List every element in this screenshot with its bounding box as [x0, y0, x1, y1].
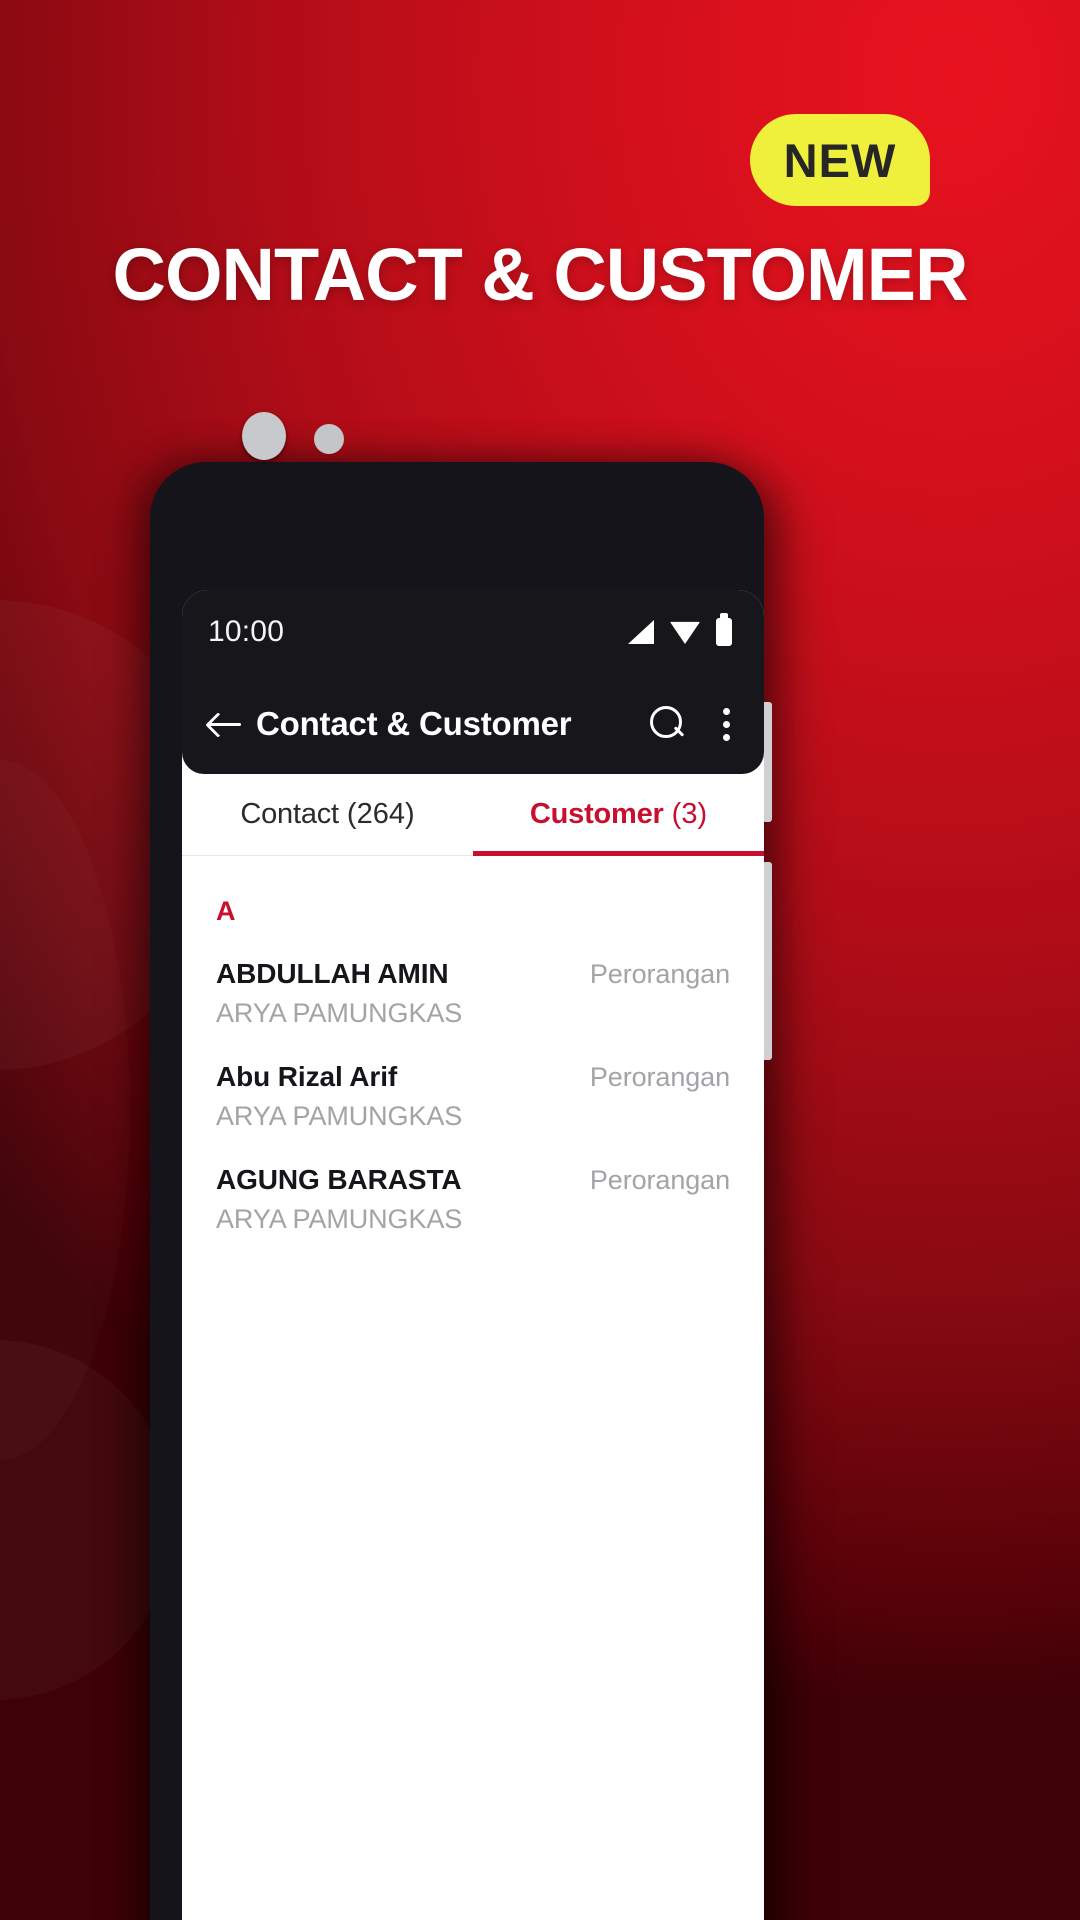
list-item-type: Perorangan [589, 959, 730, 989]
tab-customer-label: Customer [529, 798, 664, 830]
tab-contact-count: (264) [346, 798, 415, 830]
menu-dot [722, 720, 730, 728]
status-time: 10:00 [208, 615, 285, 648]
list-item-type: Perorangan [589, 1061, 730, 1092]
list-item[interactable]: Abu Rizal Arif ARYA PAMUNGKAS Perorangan [182, 1030, 764, 1133]
list-item-text: ABDULLAH AMIN ARYA PAMUNGKAS [216, 957, 590, 1030]
list-item-subtitle: ARYA PAMUNGKAS [216, 1100, 463, 1131]
list-item-subtitle: ARYA PAMUNGKAS [216, 1203, 463, 1234]
list-item-type: Perorangan [589, 1164, 730, 1195]
app-bar: Contact & Customer [182, 674, 764, 774]
tab-customer-count: (3) [671, 798, 708, 830]
list-item-name: AGUNG BARASTA [216, 1163, 462, 1195]
phone-mockup: 10:00 Contact & Customer Contact (264) C… [150, 412, 772, 1920]
list-item-text: AGUNG BARASTA ARYA PAMUNGKAS [216, 1163, 590, 1236]
list-item-text: Abu Rizal Arif ARYA PAMUNGKAS [216, 1060, 590, 1133]
new-badge-label: NEW [783, 133, 897, 187]
overflow-menu-icon[interactable] [722, 707, 730, 741]
menu-dot [722, 707, 730, 715]
battery-icon [716, 613, 732, 646]
back-arrow-icon[interactable] [206, 704, 246, 744]
new-badge: NEW [750, 114, 930, 206]
tab-bar: Contact (264) Customer (3) [182, 774, 764, 856]
decorative-blob-2 [0, 1340, 175, 1700]
page-title: Contact & Customer [256, 705, 572, 742]
customer-list: A ABDULLAH AMIN ARYA PAMUNGKAS Peroranga… [182, 856, 764, 1236]
list-item-subtitle: ARYA PAMUNGKAS [216, 998, 463, 1029]
camera-lens-large-icon [242, 412, 286, 460]
list-item-name: ABDULLAH AMIN [216, 958, 449, 989]
decorative-blob-3 [0, 760, 130, 1460]
list-item[interactable]: ABDULLAH AMIN ARYA PAMUNGKAS Perorangan [182, 927, 764, 1030]
list-item-name: Abu Rizal Arif [216, 1060, 398, 1092]
tab-customer[interactable]: Customer (3) [473, 774, 764, 856]
promo-headline: CONTACT & CUSTOMER [112, 233, 969, 316]
status-icons [628, 613, 732, 646]
signal-icon [628, 620, 654, 644]
menu-dot [722, 733, 730, 741]
camera-lens-small-icon [314, 424, 344, 454]
list-section-header: A [216, 896, 236, 926]
wifi-icon [670, 621, 700, 644]
tab-contact-label: Contact [240, 798, 339, 830]
list-item[interactable]: AGUNG BARASTA ARYA PAMUNGKAS Perorangan [182, 1133, 764, 1236]
phone-screen: 10:00 Contact & Customer Contact (264) C… [182, 590, 764, 1920]
search-icon[interactable] [650, 706, 686, 742]
tab-contact[interactable]: Contact (264) [182, 774, 473, 855]
status-bar: 10:00 [182, 590, 764, 674]
